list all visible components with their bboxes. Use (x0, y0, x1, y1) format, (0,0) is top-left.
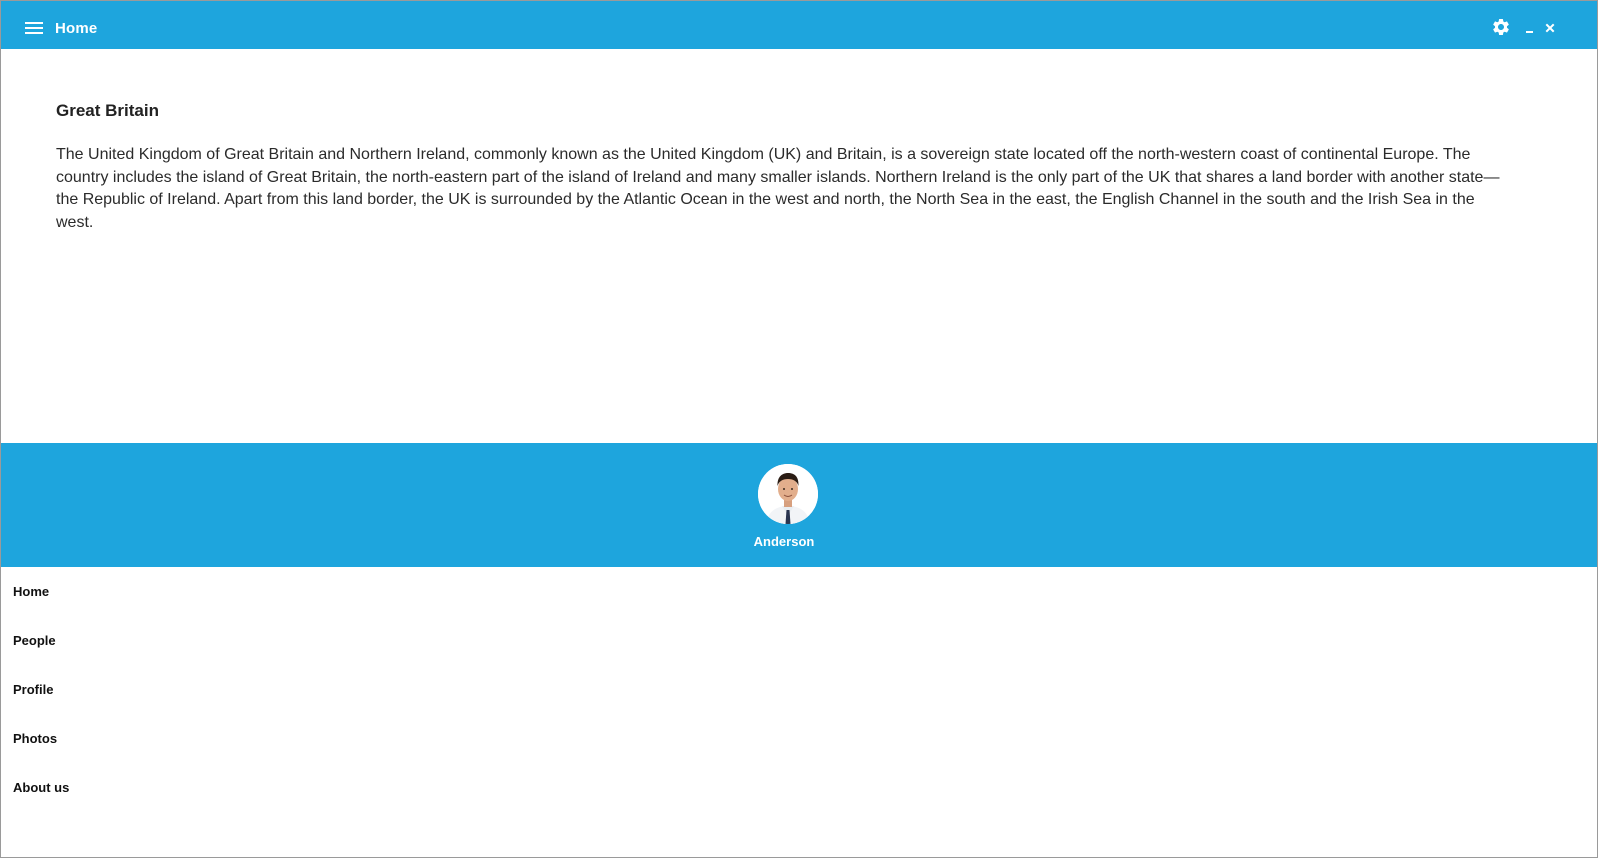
drawer-menu: Home People Profile Photos About us (1, 567, 1597, 812)
user-name: Anderson (753, 534, 815, 549)
hamburger-menu-icon[interactable] (25, 21, 43, 35)
minimize-icon[interactable] (1523, 19, 1537, 35)
app-window: Home Great Britain The United Kingdom of… (0, 0, 1598, 858)
close-icon[interactable] (1543, 19, 1557, 35)
page-title: Home (55, 20, 98, 37)
menu-item-profile[interactable]: Profile (1, 665, 1597, 714)
title-bar: Home (1, 1, 1597, 49)
article-body: The United Kingdom of Great Britain and … (56, 146, 1500, 231)
gear-icon[interactable] (1491, 17, 1511, 37)
article-content: Great Britain The United Kingdom of Grea… (56, 100, 1516, 234)
menu-item-photos[interactable]: Photos (1, 714, 1597, 763)
drawer-header: Anderson (1, 443, 1597, 567)
avatar[interactable] (758, 464, 818, 524)
article-heading: Great Britain (56, 101, 159, 120)
menu-item-home[interactable]: Home (1, 567, 1597, 616)
menu-item-about-us[interactable]: About us (1, 763, 1597, 812)
menu-item-people[interactable]: People (1, 616, 1597, 665)
